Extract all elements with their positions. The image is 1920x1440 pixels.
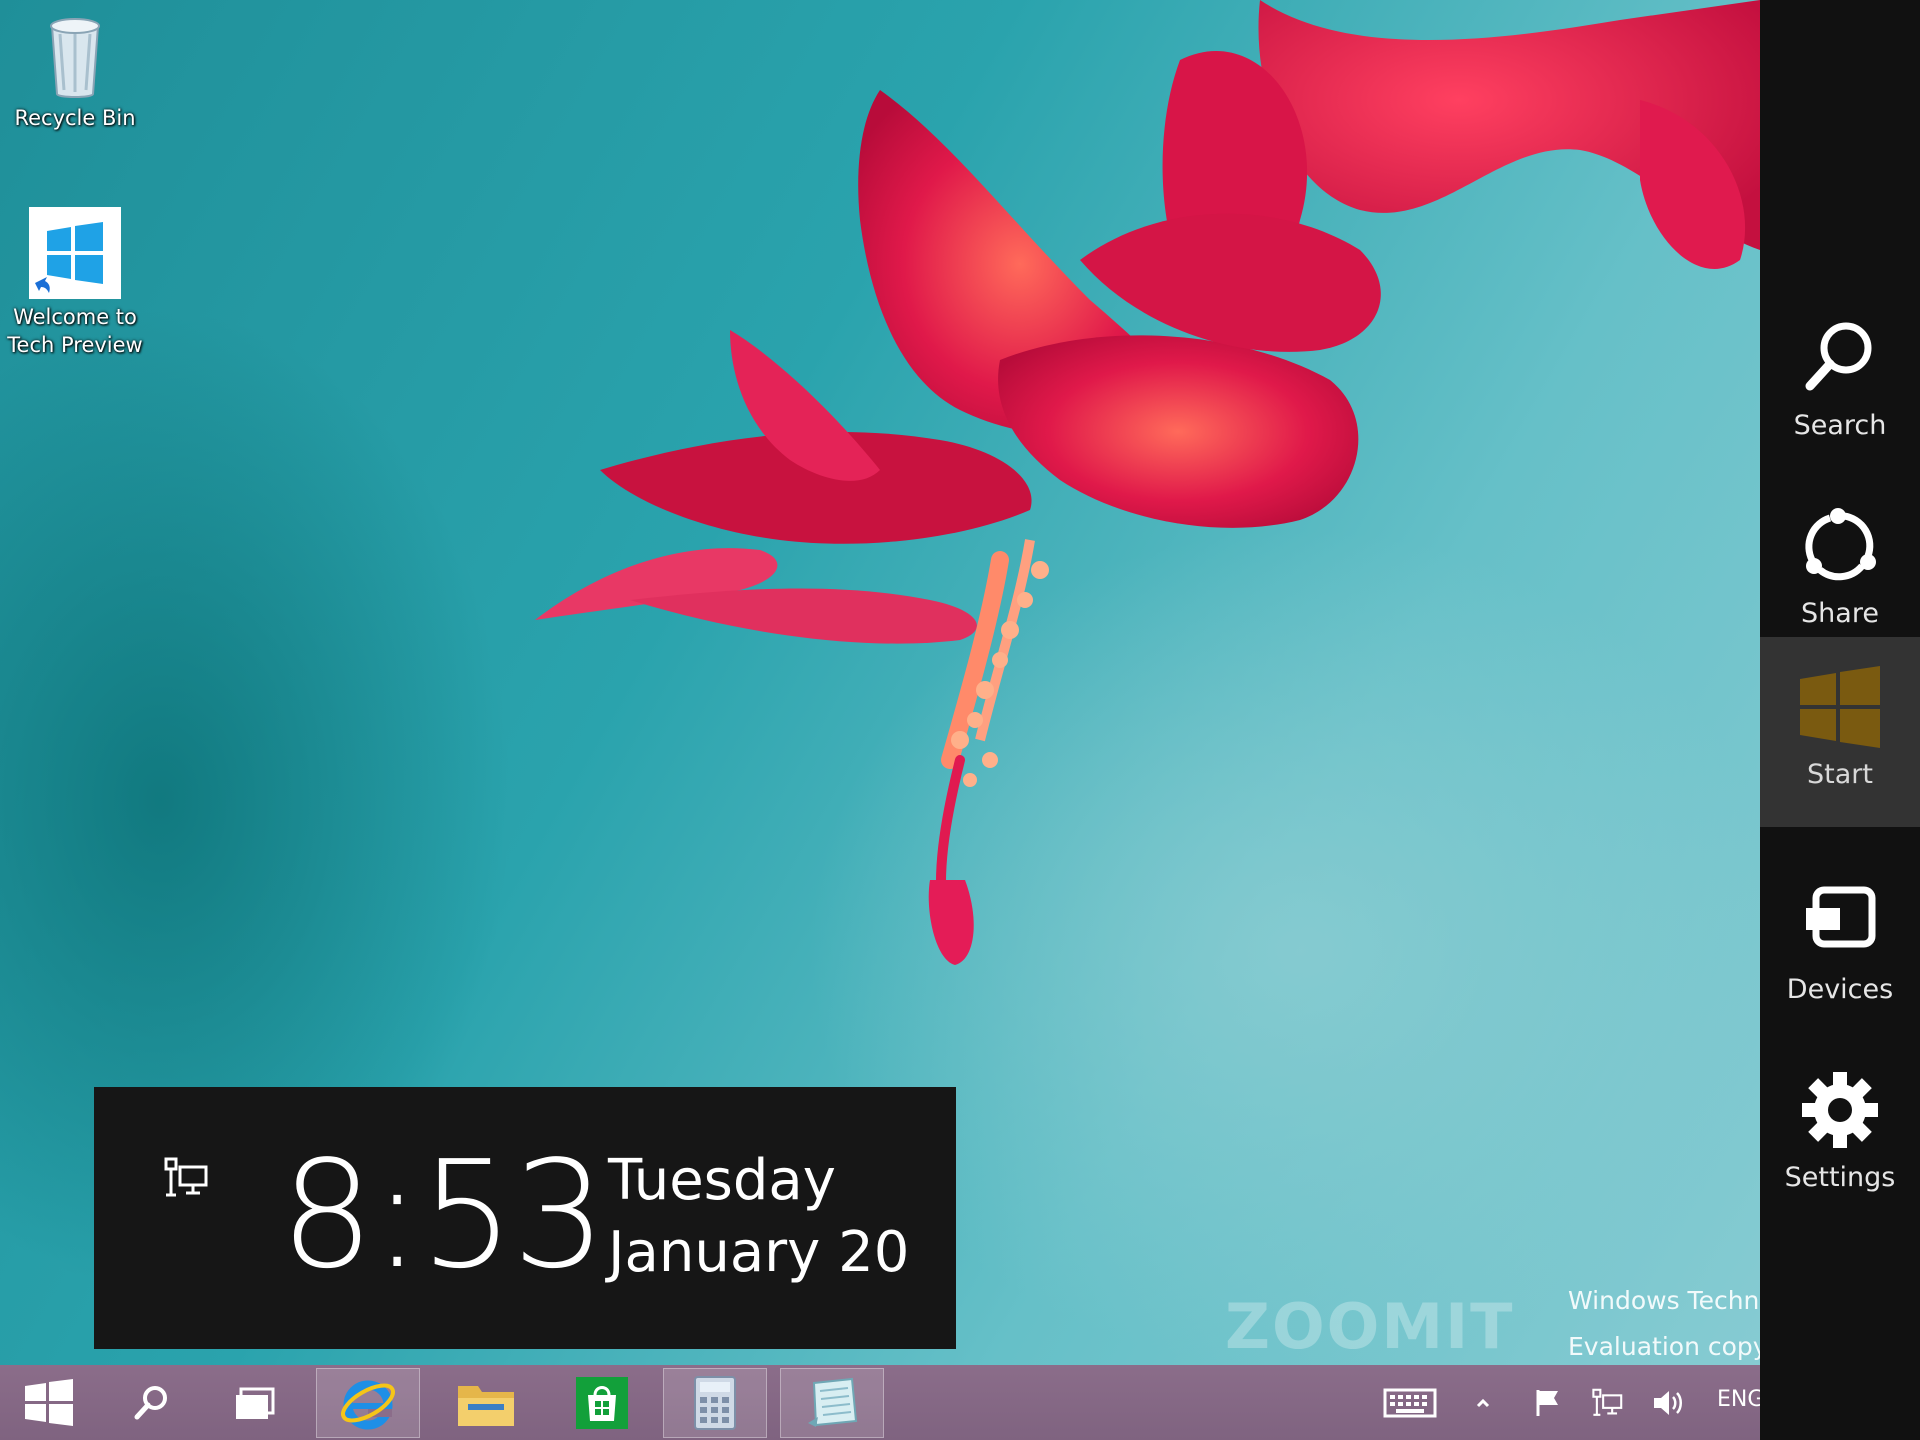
windows-logo-icon bbox=[1800, 666, 1880, 748]
charms-bar: Search Share Start Devices Settings bbox=[1760, 0, 1920, 1440]
desktop-icon-recycle-bin[interactable]: Recycle Bin bbox=[0, 12, 150, 132]
charm-share-label: Share bbox=[1801, 598, 1879, 629]
taskbar-calculator[interactable] bbox=[663, 1368, 767, 1438]
task-view-button[interactable] bbox=[222, 1365, 288, 1440]
flag-icon bbox=[1536, 1389, 1558, 1416]
chevron-up-icon bbox=[1476, 1398, 1490, 1407]
task-view-icon bbox=[236, 1387, 275, 1419]
desktop-icon-welcome[interactable]: Welcome to Tech Preview bbox=[0, 207, 150, 359]
search-icon bbox=[1805, 322, 1872, 391]
windows-logo-icon bbox=[25, 1378, 73, 1426]
recycle-bin-label: Recycle Bin bbox=[14, 106, 136, 130]
taskbar-store[interactable] bbox=[566, 1365, 638, 1440]
gear-icon bbox=[1802, 1072, 1878, 1148]
input-language-indicator[interactable]: ENG bbox=[1717, 1387, 1760, 1412]
internet-explorer-icon bbox=[341, 1380, 395, 1430]
welcome-shortcut-icon bbox=[29, 207, 121, 299]
charm-search-label: Search bbox=[1793, 410, 1887, 441]
store-icon bbox=[576, 1376, 628, 1429]
search-icon bbox=[134, 1385, 167, 1419]
clock-panel: 8:53 Tuesday January 20 bbox=[94, 1087, 956, 1349]
calculator-icon bbox=[694, 1376, 736, 1430]
action-center-button[interactable] bbox=[1530, 1365, 1566, 1440]
network-icon bbox=[1592, 1388, 1623, 1416]
start-button[interactable] bbox=[14, 1365, 84, 1440]
charm-devices[interactable]: Devices bbox=[1760, 854, 1920, 1042]
notepad-icon bbox=[808, 1377, 858, 1427]
welcome-label-line2: Tech Preview bbox=[7, 333, 143, 357]
clock-date: January 20 bbox=[608, 1220, 910, 1285]
taskbar-search-button[interactable] bbox=[118, 1365, 184, 1440]
taskbar-notepad[interactable] bbox=[780, 1368, 884, 1438]
volume-button[interactable] bbox=[1648, 1365, 1688, 1440]
clock-time: 8:53 bbox=[280, 1129, 606, 1301]
clock-day: Tuesday bbox=[608, 1148, 836, 1213]
charm-devices-label: Devices bbox=[1786, 974, 1894, 1005]
show-hidden-icons-button[interactable] bbox=[1468, 1365, 1498, 1440]
watermark-brand: ZOOMIT bbox=[1225, 1290, 1515, 1363]
keyboard-icon bbox=[1383, 1388, 1437, 1417]
touch-keyboard-button[interactable] bbox=[1380, 1365, 1440, 1440]
taskbar: ENG bbox=[0, 1365, 1760, 1440]
share-icon bbox=[1805, 508, 1876, 581]
charm-settings-label: Settings bbox=[1784, 1162, 1896, 1193]
windows-logo-icon bbox=[35, 222, 103, 293]
volume-icon bbox=[1654, 1390, 1682, 1415]
charm-settings[interactable]: Settings bbox=[1760, 1042, 1920, 1230]
taskbar-internet-explorer[interactable] bbox=[316, 1368, 420, 1438]
folder-icon bbox=[458, 1385, 514, 1426]
recycle-bin-icon bbox=[44, 12, 106, 100]
charm-start-label: Start bbox=[1807, 759, 1873, 790]
charm-start[interactable]: Start bbox=[1760, 637, 1920, 827]
network-icon bbox=[164, 1157, 208, 1197]
watermark-line1: Windows Techn bbox=[1568, 1286, 1760, 1315]
welcome-label-line1: Welcome to bbox=[13, 305, 137, 329]
network-tray-button[interactable] bbox=[1588, 1365, 1628, 1440]
taskbar-file-explorer[interactable] bbox=[450, 1365, 522, 1440]
devices-icon bbox=[1806, 886, 1876, 948]
charm-search[interactable]: Search bbox=[1760, 290, 1920, 478]
watermark-line2: Evaluation copy bbox=[1568, 1332, 1760, 1361]
